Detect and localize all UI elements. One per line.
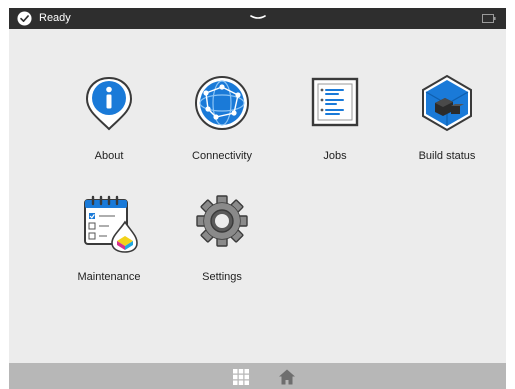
- pull-down-handle-icon[interactable]: [250, 14, 266, 22]
- checkmark-circle-icon: [17, 11, 32, 26]
- app-label: Jobs: [323, 150, 347, 162]
- status-bar: Ready: [9, 8, 506, 29]
- app-tile-maintenance[interactable]: Maintenance: [59, 194, 159, 294]
- job-list-icon: [311, 77, 359, 127]
- app-label: Connectivity: [192, 150, 252, 162]
- bottom-nav-bar: [9, 363, 506, 389]
- app-tile-connectivity[interactable]: Connectivity: [172, 73, 272, 173]
- app-tile-build-status[interactable]: Build status: [397, 73, 497, 173]
- home-icon[interactable]: [278, 368, 296, 386]
- app-label: Settings: [202, 271, 242, 283]
- gear-icon: [196, 195, 248, 247]
- build-cube-icon: [422, 74, 472, 132]
- battery-icon: [482, 14, 496, 23]
- app-tile-jobs[interactable]: Jobs: [285, 73, 385, 173]
- app-label: Build status: [418, 150, 476, 162]
- printer-screen: Ready About Connectivity Jobs Build stat…: [9, 8, 506, 389]
- network-globe-icon: [195, 76, 249, 130]
- apps-grid-icon[interactable]: [232, 368, 250, 386]
- status-text: Ready: [39, 12, 71, 24]
- app-label: About: [94, 150, 124, 162]
- maintenance-calendar-icon: [84, 195, 138, 253]
- app-tile-settings[interactable]: Settings: [172, 194, 272, 294]
- app-label: Maintenance: [77, 271, 141, 283]
- info-pin-icon: [85, 76, 133, 131]
- app-tile-about[interactable]: About: [59, 73, 159, 173]
